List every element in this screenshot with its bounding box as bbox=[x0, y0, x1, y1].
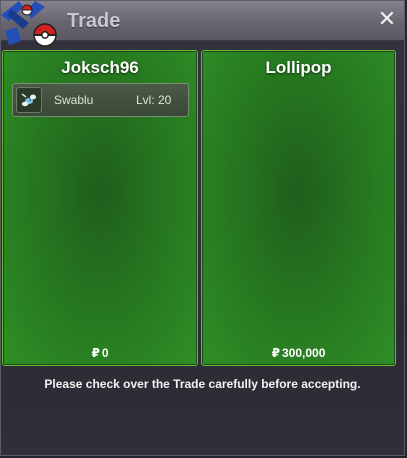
item-name: Swablu bbox=[54, 93, 94, 107]
pokedollar-icon: ₽ bbox=[271, 346, 280, 360]
trader-name: Joksch96 bbox=[61, 58, 139, 77]
trader-name: Lollipop bbox=[265, 58, 332, 77]
pokeball-logo-icon bbox=[1, 1, 57, 47]
title-bar[interactable]: Trade ✕ bbox=[1, 1, 404, 47]
window-title: Trade bbox=[67, 10, 121, 32]
trade-offer-panel-left: Joksch96 Swablu Lvl: 20 ₽0 bbox=[2, 50, 198, 366]
money-amount: 0 bbox=[101, 346, 109, 360]
money-offer: ₽300,000 bbox=[202, 346, 395, 360]
trade-window: Trade ✕ Joksch96 Swablu Lvl: 20 ₽0 Lolli… bbox=[0, 0, 405, 456]
item-level: Lvl: 20 bbox=[136, 93, 172, 107]
trade-notice: Please check over the Trade carefully be… bbox=[44, 377, 361, 391]
money-amount: 300,000 bbox=[281, 346, 326, 360]
money-offer: ₽0 bbox=[3, 346, 197, 360]
pokedollar-icon: ₽ bbox=[91, 346, 100, 360]
close-icon[interactable]: ✕ bbox=[376, 8, 398, 30]
swablu-icon bbox=[16, 87, 42, 113]
trade-item-row[interactable]: Swablu Lvl: 20 bbox=[12, 83, 189, 117]
trade-offer-panel-right: Lollipop ₽300,000 bbox=[201, 50, 396, 366]
